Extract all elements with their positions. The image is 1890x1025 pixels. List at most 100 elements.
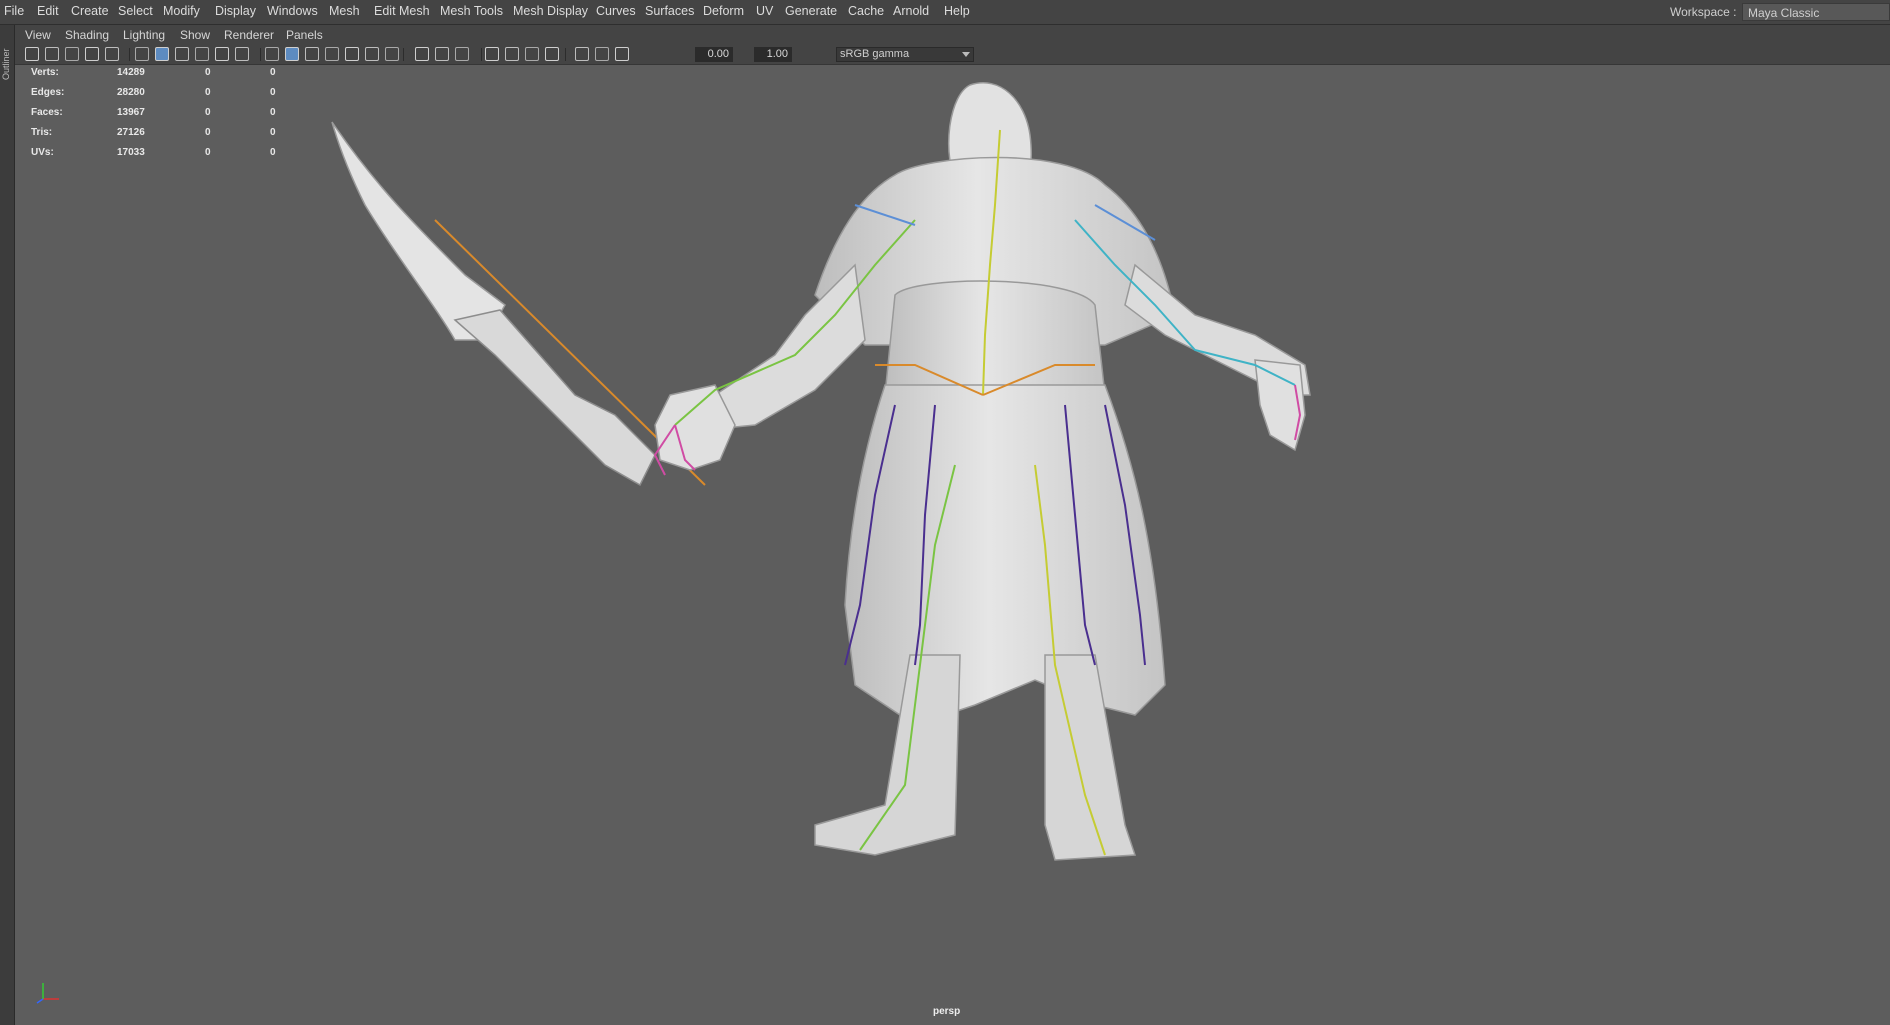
color-space-label: sRGB gamma <box>840 48 910 60</box>
hud-selected: 0 <box>205 107 211 118</box>
menu-edit[interactable]: Edit <box>37 0 59 24</box>
hud-row-verts: Verts: 14289 0 0 <box>31 67 291 83</box>
hud-component: 0 <box>270 147 276 158</box>
textured-icon[interactable] <box>325 47 339 61</box>
toolbar-separator <box>260 48 261 61</box>
hud-row-uvs: UVs: 17033 0 0 <box>31 147 291 163</box>
menu-mesh-tools[interactable]: Mesh Tools <box>440 0 503 24</box>
panel-menu-view[interactable]: View <box>25 25 51 46</box>
menu-select[interactable]: Select <box>118 0 153 24</box>
character-mesh[interactable] <box>654 82 1311 861</box>
smooth-shade-icon[interactable] <box>285 47 299 61</box>
xray-joints-icon[interactable] <box>525 47 539 61</box>
panel-menu-shading[interactable]: Shading <box>65 25 109 46</box>
safe-action-icon[interactable] <box>215 47 229 61</box>
ambient-occlusion-icon[interactable] <box>385 47 399 61</box>
main-menubar: File Edit Create Select Modify Display W… <box>0 0 1890 25</box>
image-plane-icon[interactable] <box>85 47 99 61</box>
panel-menu-show[interactable]: Show <box>180 25 210 46</box>
hud-label: UVs: <box>31 147 54 158</box>
xray-components-icon[interactable] <box>545 47 559 61</box>
toolbar-separator <box>565 48 566 61</box>
panel-menu-panels[interactable]: Panels <box>286 25 323 46</box>
toolbar-separator <box>403 48 404 61</box>
camera-attributes-icon[interactable] <box>45 47 59 61</box>
gate-mask-icon[interactable] <box>175 47 189 61</box>
outliner-tab[interactable]: Outliner <box>0 32 12 82</box>
panel-menu-renderer[interactable]: Renderer <box>224 25 274 46</box>
hud-value: 17033 <box>117 147 145 158</box>
hud-selected: 0 <box>205 127 211 138</box>
outliner-tab-label: Outliner <box>1 48 11 80</box>
gamma-field[interactable]: 1.00 <box>754 47 792 62</box>
hud-component: 0 <box>270 87 276 98</box>
default-material-icon[interactable] <box>305 47 319 61</box>
menu-surfaces[interactable]: Surfaces <box>645 0 694 24</box>
workspace-label: Workspace : <box>1670 5 1737 19</box>
viewport-panel-menu: View Shading Lighting Show Renderer Pane… <box>15 25 1890 46</box>
view-axis-indicator <box>31 975 71 1005</box>
resolution-gate-icon[interactable] <box>155 47 169 61</box>
motion-blur-icon[interactable] <box>415 47 429 61</box>
menu-edit-mesh[interactable]: Edit Mesh <box>374 0 430 24</box>
hud-component: 0 <box>270 67 276 78</box>
menu-arnold[interactable]: Arnold <box>893 0 929 24</box>
menu-create[interactable]: Create <box>71 0 109 24</box>
toolbar-separator <box>481 48 482 61</box>
shadows-icon[interactable] <box>365 47 379 61</box>
depth-of-field-icon[interactable] <box>455 47 469 61</box>
hud-label: Verts: <box>31 67 59 78</box>
menu-display[interactable]: Display <box>215 0 256 24</box>
hud-selected: 0 <box>205 87 211 98</box>
menu-cache[interactable]: Cache <box>848 0 884 24</box>
hud-component: 0 <box>270 107 276 118</box>
menu-mesh[interactable]: Mesh <box>329 0 360 24</box>
wireframe-icon[interactable] <box>265 47 279 61</box>
hud-row-tris: Tris: 27126 0 0 <box>31 127 291 143</box>
color-space-dropdown[interactable]: sRGB gamma <box>836 47 974 62</box>
xray-icon[interactable] <box>505 47 519 61</box>
hud-label: Tris: <box>31 127 53 138</box>
toolbar-separator <box>129 48 130 61</box>
viewport-toolbar: 0.00 1.00 sRGB gamma <box>15 46 1890 65</box>
outliner-dock-strip <box>0 25 15 1025</box>
hud-value: 28280 <box>117 87 145 98</box>
film-gate-icon[interactable] <box>135 47 149 61</box>
gamma-icon[interactable] <box>595 47 609 61</box>
grid-icon[interactable] <box>105 47 119 61</box>
perspective-viewport[interactable] <box>15 65 1890 1025</box>
bookmark-icon[interactable] <box>65 47 79 61</box>
menu-generate[interactable]: Generate <box>785 0 837 24</box>
hud-row-faces: Faces: 13967 0 0 <box>31 107 291 123</box>
workspace-dropdown[interactable]: Maya Classic <box>1742 3 1890 21</box>
exposure-icon[interactable] <box>575 47 589 61</box>
hud-component: 0 <box>270 127 276 138</box>
menu-windows[interactable]: Windows <box>267 0 318 24</box>
exposure-field[interactable]: 0.00 <box>695 47 733 62</box>
panel-menu-lighting[interactable]: Lighting <box>123 25 165 46</box>
menu-mesh-display[interactable]: Mesh Display <box>513 0 588 24</box>
menu-modify[interactable]: Modify <box>163 0 200 24</box>
hud-value: 13967 <box>117 107 145 118</box>
menu-uv[interactable]: UV <box>756 0 773 24</box>
hud-row-edges: Edges: 28280 0 0 <box>31 87 291 103</box>
safe-title-icon[interactable] <box>235 47 249 61</box>
camera-label: persp <box>933 1006 961 1017</box>
hud-value: 27126 <box>117 127 145 138</box>
field-chart-icon[interactable] <box>195 47 209 61</box>
hud-label: Edges: <box>31 87 65 98</box>
menu-deform[interactable]: Deform <box>703 0 744 24</box>
use-lights-icon[interactable] <box>345 47 359 61</box>
color-management-icon[interactable] <box>615 47 629 61</box>
menu-file[interactable]: File <box>4 0 24 24</box>
anti-aliasing-icon[interactable] <box>435 47 449 61</box>
hud-value: 14289 <box>117 67 145 78</box>
sword-mesh[interactable] <box>331 121 706 487</box>
hud-label: Faces: <box>31 107 63 118</box>
menu-curves[interactable]: Curves <box>596 0 636 24</box>
isolate-select-icon[interactable] <box>485 47 499 61</box>
menu-help[interactable]: Help <box>944 0 970 24</box>
chevron-down-icon <box>962 52 970 57</box>
camera-select-icon[interactable] <box>25 47 39 61</box>
hud-selected: 0 <box>205 67 211 78</box>
